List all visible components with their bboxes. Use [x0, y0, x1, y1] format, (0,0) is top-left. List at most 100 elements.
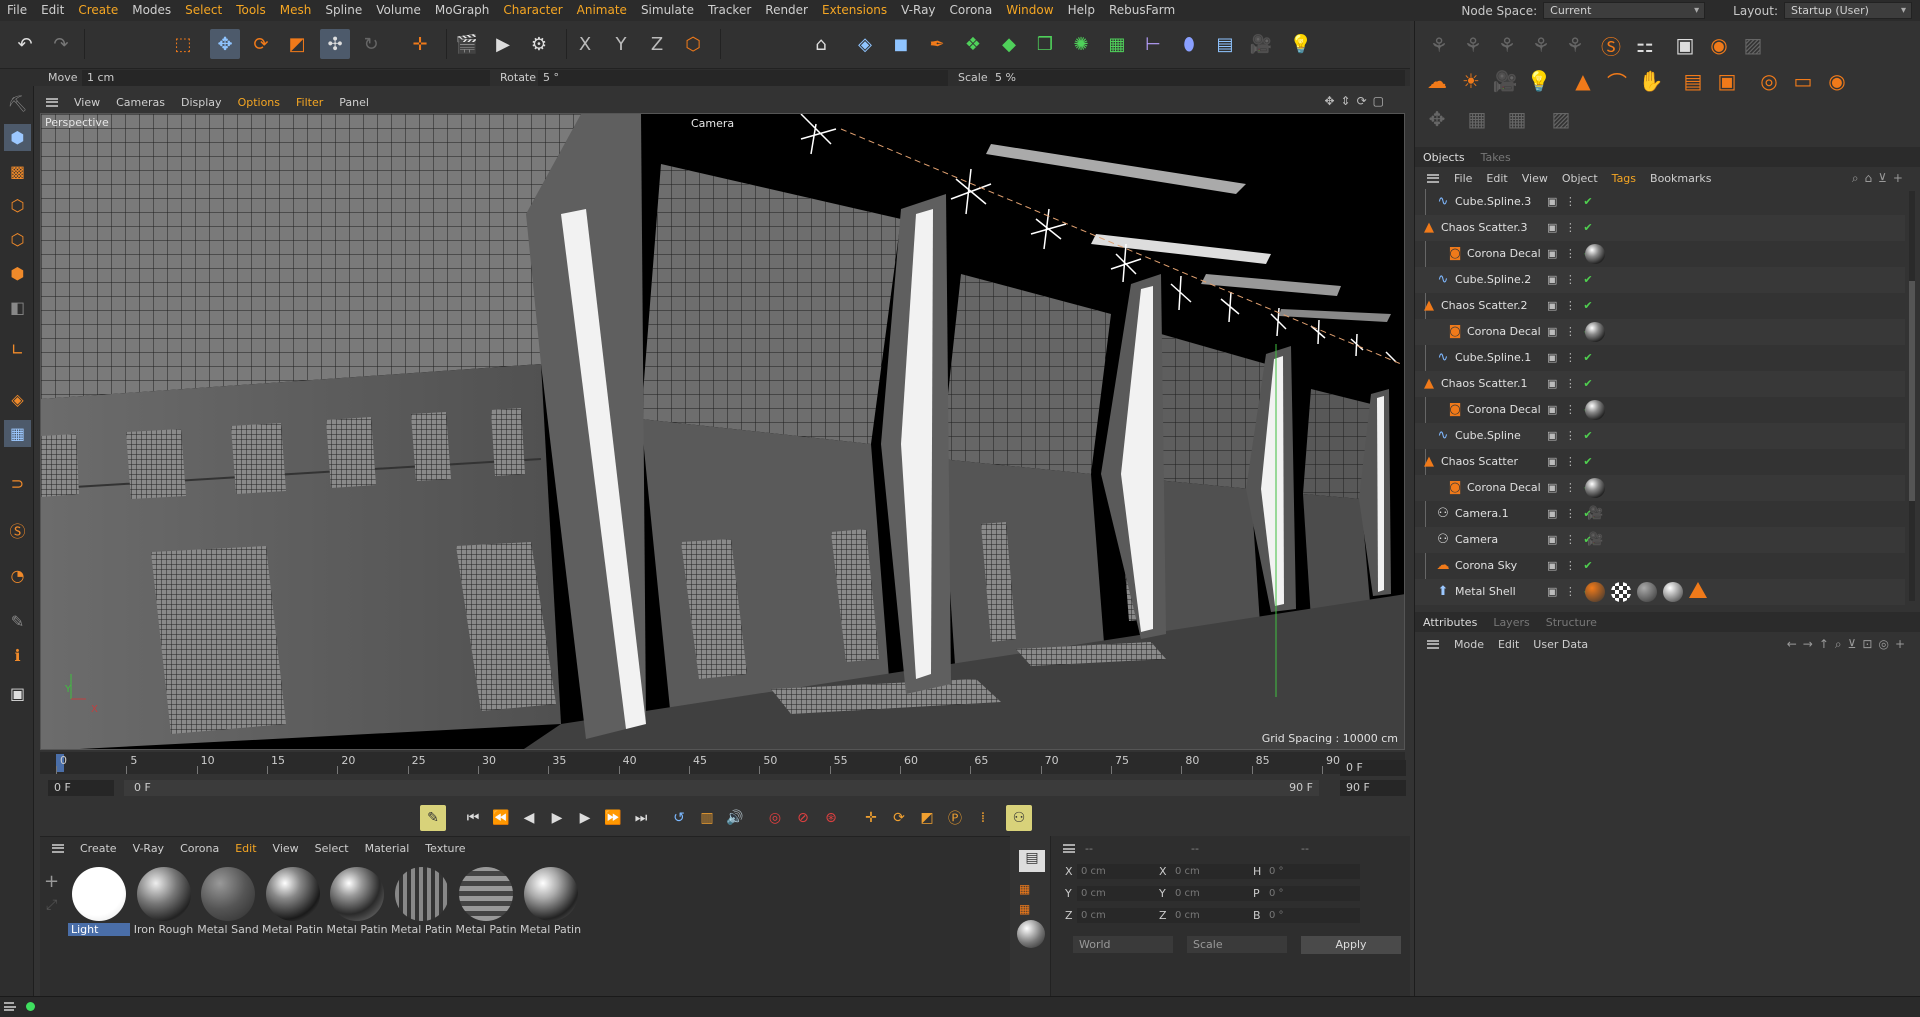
visibility-dots-icon[interactable]: ⋮: [1565, 533, 1578, 546]
loop-icon[interactable]: ↺: [666, 805, 692, 831]
active-camera-label[interactable]: Camera: [691, 117, 734, 130]
shell-tag-icon[interactable]: [1663, 582, 1683, 602]
visibility-dots-icon[interactable]: ⋮: [1565, 481, 1578, 494]
visibility-dots-icon[interactable]: ⋮: [1565, 455, 1578, 468]
object-visibility-flags[interactable]: ▣ ⋮ ✔: [1547, 299, 1595, 312]
material-tag-icon[interactable]: [1585, 244, 1605, 264]
coord-value-field[interactable]: 0 cm: [1077, 886, 1172, 901]
motion-system-icon[interactable]: ⚇: [1006, 805, 1032, 831]
object-row[interactable]: ▲ Chaos Scatter.3 ▣ ⋮ ✔: [1415, 215, 1905, 241]
menu-mesh[interactable]: Mesh: [273, 0, 319, 21]
record-active-icon[interactable]: ⊘: [790, 805, 816, 831]
plugin-icon-4[interactable]: ⚘: [1525, 29, 1557, 61]
material-swatch[interactable]: Metal Patin: [326, 865, 388, 943]
magnet-icon[interactable]: ⊃: [4, 470, 31, 497]
object-visibility-flags[interactable]: ▣ ⋮ ✔: [1547, 195, 1595, 208]
end-frame-field[interactable]: 90 F: [1340, 780, 1406, 796]
edit-icon[interactable]: ▣: [1547, 299, 1559, 312]
checker-icon-1[interactable]: ▦: [1461, 103, 1493, 135]
material-menu-v-ray[interactable]: V-Ray: [125, 842, 173, 855]
edit-icon[interactable]: ▣: [1547, 507, 1559, 520]
viewport-menu-panel[interactable]: Panel: [331, 96, 377, 109]
place-tool-icon[interactable]: ✛: [405, 29, 435, 59]
enabled-check-icon[interactable]: ✔: [1583, 429, 1594, 442]
timer-icon[interactable]: ◔: [4, 562, 31, 589]
material-swatch[interactable]: Metal Patin: [262, 865, 324, 943]
material-menu-edit[interactable]: Edit: [227, 842, 264, 855]
tool-icon-1[interactable]: ✥: [1421, 103, 1453, 135]
edit-icon[interactable]: ▣: [1547, 325, 1559, 338]
menu-character[interactable]: Character: [496, 0, 569, 21]
visibility-dots-icon[interactable]: ⋮: [1565, 273, 1578, 286]
material-swatch[interactable]: Metal Sand: [197, 865, 259, 943]
coordinate-system-icon[interactable]: ⬡: [678, 29, 708, 59]
object-row[interactable]: ▲ Chaos Scatter ▣ ⋮ ✔: [1415, 449, 1905, 475]
grid-layout-icon[interactable]: ▦: [1019, 882, 1030, 896]
material-menu-corona[interactable]: Corona: [172, 842, 227, 855]
scale-tool-icon[interactable]: ◩: [282, 29, 312, 59]
visibility-dots-icon[interactable]: ⋮: [1565, 247, 1578, 260]
visibility-dots-icon[interactable]: ⋮: [1565, 299, 1578, 312]
start-frame-field[interactable]: 0 F: [48, 780, 114, 796]
visibility-dots-icon[interactable]: ⋮: [1565, 585, 1578, 598]
cubes-icon[interactable]: ▦: [1102, 29, 1132, 59]
tab-structure[interactable]: Structure: [1538, 616, 1605, 629]
snap-icon[interactable]: ◈: [4, 386, 31, 413]
objects-menu-object[interactable]: Object: [1555, 172, 1605, 185]
visibility-dots-icon[interactable]: ⋮: [1565, 377, 1578, 390]
next-frame-icon[interactable]: ▶: [572, 805, 598, 831]
viewport-menu-display[interactable]: Display: [173, 96, 230, 109]
viewport-menu-view[interactable]: View: [66, 96, 108, 109]
polygons-mode-icon[interactable]: ⬢: [4, 260, 31, 287]
plugin-icon-1[interactable]: ⚘: [1423, 29, 1455, 61]
scale-step-field[interactable]: 5 %: [990, 70, 1405, 86]
interactive-render-icon[interactable]: ▭: [1787, 65, 1819, 97]
menu-animate[interactable]: Animate: [570, 0, 634, 21]
edit-icon[interactable]: ▣: [1547, 351, 1559, 364]
corona-sky-icon[interactable]: ☁: [1421, 65, 1453, 97]
attributes-nav-icons[interactable]: ←→↑⌕⊻⊡◎+: [1787, 637, 1911, 652]
edit-icon[interactable]: ▣: [1547, 455, 1559, 468]
menu-mograph[interactable]: MoGraph: [428, 0, 497, 21]
workplane-icon[interactable]: ▦: [4, 420, 31, 447]
frame-range-bar[interactable]: 0 F 90 F: [124, 780, 1319, 796]
lock-y-axis-icon[interactable]: Y: [606, 29, 636, 59]
material-swatch[interactable]: Light: [68, 865, 130, 943]
sound-icon[interactable]: 🔊: [722, 805, 748, 831]
viewport-menu-filter[interactable]: Filter: [288, 96, 331, 109]
objects-menu-file[interactable]: File: [1447, 172, 1479, 185]
menu-simulate[interactable]: Simulate: [634, 0, 701, 21]
visibility-dots-icon[interactable]: ⋮: [1565, 221, 1578, 234]
menu-select[interactable]: Select: [178, 0, 229, 21]
cloner-icon[interactable]: ❒: [1030, 29, 1060, 59]
menu-spline[interactable]: Spline: [318, 0, 369, 21]
objects-scrollbar[interactable]: [1909, 191, 1915, 601]
add-material-icon[interactable]: +: [44, 871, 59, 892]
plugin-icon-5[interactable]: ⚘: [1559, 29, 1591, 61]
objects-menu-bookmarks[interactable]: Bookmarks: [1643, 172, 1718, 185]
render-settings-icon[interactable]: ⚙: [524, 29, 554, 59]
coord-value-field[interactable]: 0 cm: [1171, 864, 1266, 879]
object-visibility-flags[interactable]: ▣ ⋮ ✔: [1547, 221, 1595, 234]
move-step-field[interactable]: 1 cm: [82, 70, 490, 86]
enabled-check-icon[interactable]: ✔: [1583, 351, 1594, 364]
soft-selection-icon[interactable]: ↻: [356, 29, 386, 59]
rotate-tool-icon[interactable]: ⟳: [246, 29, 276, 59]
enabled-check-icon[interactable]: ✔: [1583, 377, 1594, 390]
tab-layers[interactable]: Layers: [1485, 616, 1537, 629]
record-keys-icon[interactable]: ✎: [420, 805, 446, 831]
visibility-dots-icon[interactable]: ⋮: [1565, 325, 1578, 338]
material-menu-view[interactable]: View: [265, 842, 307, 855]
object-row[interactable]: ∿ Cube.Spline.3 ▣ ⋮ ✔: [1415, 189, 1905, 215]
menu-volume[interactable]: Volume: [369, 0, 428, 21]
s-plugin-top-icon[interactable]: Ⓢ: [1595, 29, 1627, 61]
object-visibility-flags[interactable]: ▣ ⋮ ✔: [1547, 559, 1595, 572]
coord-value-field[interactable]: 0 °: [1265, 886, 1360, 901]
corona-sun-icon[interactable]: ☀: [1455, 65, 1487, 97]
environment-icon[interactable]: ▤: [1210, 29, 1240, 59]
coord-system-dropdown[interactable]: World: [1073, 936, 1173, 953]
axis-mode-icon[interactable]: ∟: [4, 336, 31, 363]
coord-mode-dropdown[interactable]: Scale: [1187, 936, 1287, 953]
edges-mode-icon[interactable]: ⬡: [4, 226, 31, 253]
coord-value-field[interactable]: 0 °: [1265, 908, 1360, 923]
